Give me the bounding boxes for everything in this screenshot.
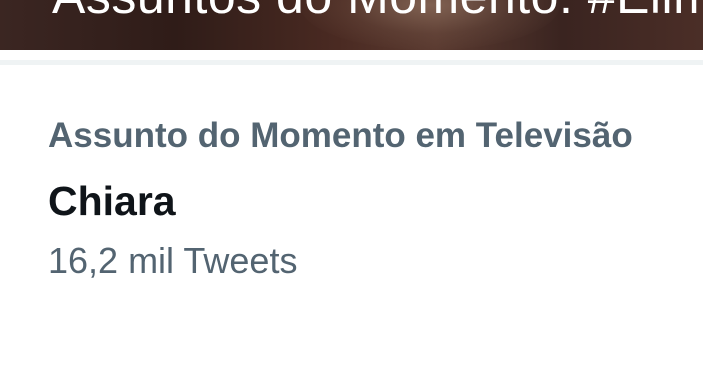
trend-list-item[interactable]: Assunto do Momento em Televisão Chiara 1…: [0, 65, 703, 378]
banner-title: Assuntos do Momento: #Elimina: [52, 0, 703, 26]
trend-tweet-count: 16,2 mil Tweets: [48, 240, 298, 281]
trend-name: Chiara: [48, 178, 176, 224]
header-image-banner[interactable]: Assuntos do Momento: #Elimina: [0, 0, 703, 50]
trend-screen: Assuntos do Momento: #Elimina Assunto do…: [0, 0, 703, 378]
trend-context-label: Assunto do Momento em Televisão: [48, 116, 633, 155]
